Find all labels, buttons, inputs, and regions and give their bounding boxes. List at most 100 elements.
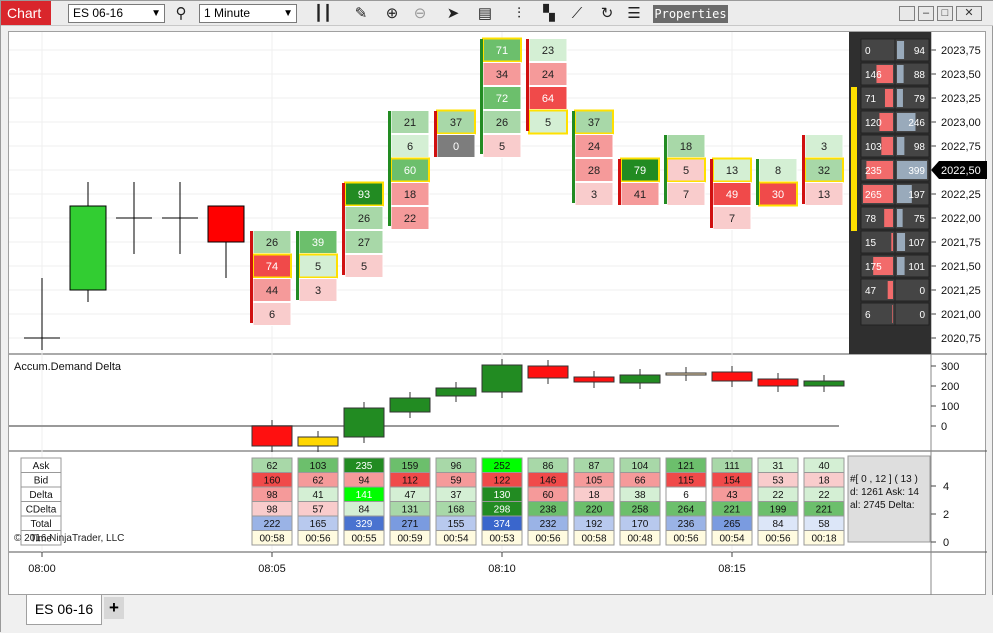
dom-ask-value: 101	[908, 262, 925, 273]
stats-value: 238	[540, 505, 557, 516]
stats-value: 59	[450, 476, 462, 487]
chart-title-tab[interactable]: Chart	[1, 1, 51, 25]
stats-value: 121	[678, 461, 695, 472]
stats-value: 00:58	[259, 534, 284, 545]
chart-toolbar: Chart ES 06-16 ▼ ⚲ 1 Minute ▼ ┃┃ ✎ ⊕ ⊖ ➤ ▤…	[1, 1, 993, 26]
stats-value: 252	[494, 461, 511, 472]
dom-bid-value: 71	[865, 94, 877, 105]
chart-canvas[interactable]: 2023,75 2023,50 2023,25 2023,00 2022,75 2022,…	[9, 32, 987, 596]
zoom-in-icon[interactable]: ⊕	[381, 3, 403, 24]
stats-value: 31	[772, 461, 784, 472]
dom-ask-value: 94	[914, 46, 926, 57]
footprint-value: 71	[496, 45, 508, 57]
dom-ask-bar	[897, 137, 905, 155]
footprint-value: 26	[358, 213, 370, 225]
stats-value: 199	[770, 505, 787, 516]
stats-value: 98	[266, 490, 278, 501]
price-tick-label: 2022,25	[941, 189, 981, 201]
footprint-value: 30	[772, 189, 784, 201]
stats-value: 00:53	[489, 534, 514, 545]
dom-ask-value: 98	[914, 142, 926, 153]
footprint-value: 3	[315, 285, 321, 297]
properties-button[interactable]: Properties	[653, 5, 728, 23]
stats-info-line: #[ 0 , 12 ] ( 13 )	[850, 474, 918, 485]
footprint-value: 74	[266, 261, 278, 273]
dom-bid-value: 6	[865, 310, 871, 321]
stats-value: 00:55	[351, 534, 376, 545]
stats-value: 236	[678, 519, 695, 530]
stats-value: 111	[724, 461, 740, 472]
dom-ask-value: 79	[914, 94, 926, 105]
stats-value: 00:48	[627, 534, 652, 545]
dom-ask-value: 197	[908, 190, 925, 201]
stats-value: 62	[266, 461, 278, 472]
maximize-button[interactable]: □	[937, 6, 953, 21]
footprint-body-strip	[388, 111, 391, 226]
stats-value: 00:58	[581, 534, 606, 545]
stats-value: 168	[448, 505, 465, 516]
search-icon[interactable]: ⚲	[170, 3, 192, 24]
footprint-value: 26	[266, 237, 278, 249]
footprint-value: 72	[496, 93, 508, 105]
footprint-value: 41	[634, 189, 646, 201]
footprint-body-strip	[802, 135, 805, 204]
stats-value: 96	[450, 461, 462, 472]
stats-value: 115	[678, 476, 694, 487]
indicators-icon[interactable]: ⫶	[508, 3, 530, 24]
close-button[interactable]: ✕	[956, 6, 982, 21]
object-list-icon[interactable]: ☰	[623, 3, 645, 24]
drawing-tools-icon[interactable]: ⟋	[566, 3, 588, 24]
stats-value: 192	[586, 519, 603, 530]
stats-value: 220	[586, 505, 603, 516]
footprint-value: 3	[591, 189, 597, 201]
footprint-value: 64	[542, 93, 554, 105]
stats-value: 00:18	[811, 534, 836, 545]
dom-bid-value: 0	[865, 46, 871, 57]
pointer-icon[interactable]: ➤	[442, 3, 464, 24]
stats-value: 374	[494, 519, 511, 530]
stats-value: 258	[632, 505, 649, 516]
stats-value: 104	[632, 461, 649, 472]
reload-icon[interactable]: ↻	[596, 3, 618, 24]
delta-box	[251, 425, 293, 447]
tile-button[interactable]: ‒	[918, 6, 934, 21]
footprint-value: 32	[818, 165, 830, 177]
chart-panel[interactable]: 2023,75 2023,50 2023,25 2023,00 2022,75 2022,…	[8, 31, 987, 596]
tab-es-06-16[interactable]: ES 06-16	[26, 595, 102, 625]
stats-tick-label: 2	[943, 509, 949, 521]
dom-bid-value: 15	[865, 238, 877, 249]
stats-value: 221	[724, 505, 741, 516]
footprint-body-strip	[526, 39, 529, 131]
stats-value: 141	[356, 490, 373, 501]
minimize-button[interactable]	[899, 6, 915, 21]
price-tick-label: 2022,00	[941, 213, 981, 225]
interval-value: 1 Minute	[204, 6, 251, 20]
dom-bid-bar	[881, 137, 893, 155]
chevron-down-icon: ▼	[283, 8, 293, 19]
stats-value: 264	[678, 505, 695, 516]
footprint-body-strip	[296, 231, 299, 300]
stats-value: 22	[818, 490, 830, 501]
stats-value: 43	[726, 490, 738, 501]
footprint-body-strip	[756, 159, 759, 205]
strategies-icon[interactable]: ▚	[538, 3, 560, 24]
stats-row-label: Ask	[33, 461, 51, 472]
stats-value: 87	[588, 461, 600, 472]
pencil-icon[interactable]: ✎	[350, 3, 372, 24]
instrument-select[interactable]: ES 06-16 ▼	[68, 4, 165, 23]
stats-value: 131	[402, 505, 419, 516]
stats-value: 6	[683, 490, 689, 501]
stats-value: 47	[404, 490, 416, 501]
zoom-out-icon[interactable]: ⊖	[409, 3, 431, 24]
interval-select[interactable]: 1 Minute ▼	[199, 4, 297, 23]
footprint-value: 49	[726, 189, 738, 201]
stats-row-label: Bid	[34, 476, 48, 487]
stats-value: 00:56	[535, 534, 560, 545]
bar-type-icon[interactable]: ┃┃	[312, 3, 334, 24]
delta-box	[573, 376, 615, 383]
data-box-icon[interactable]: ▤	[474, 3, 496, 24]
add-tab-button[interactable]: +	[104, 597, 124, 619]
price-tick-label: 2021,25	[941, 285, 981, 297]
delta-box	[757, 378, 799, 387]
stats-value: 38	[634, 490, 646, 501]
